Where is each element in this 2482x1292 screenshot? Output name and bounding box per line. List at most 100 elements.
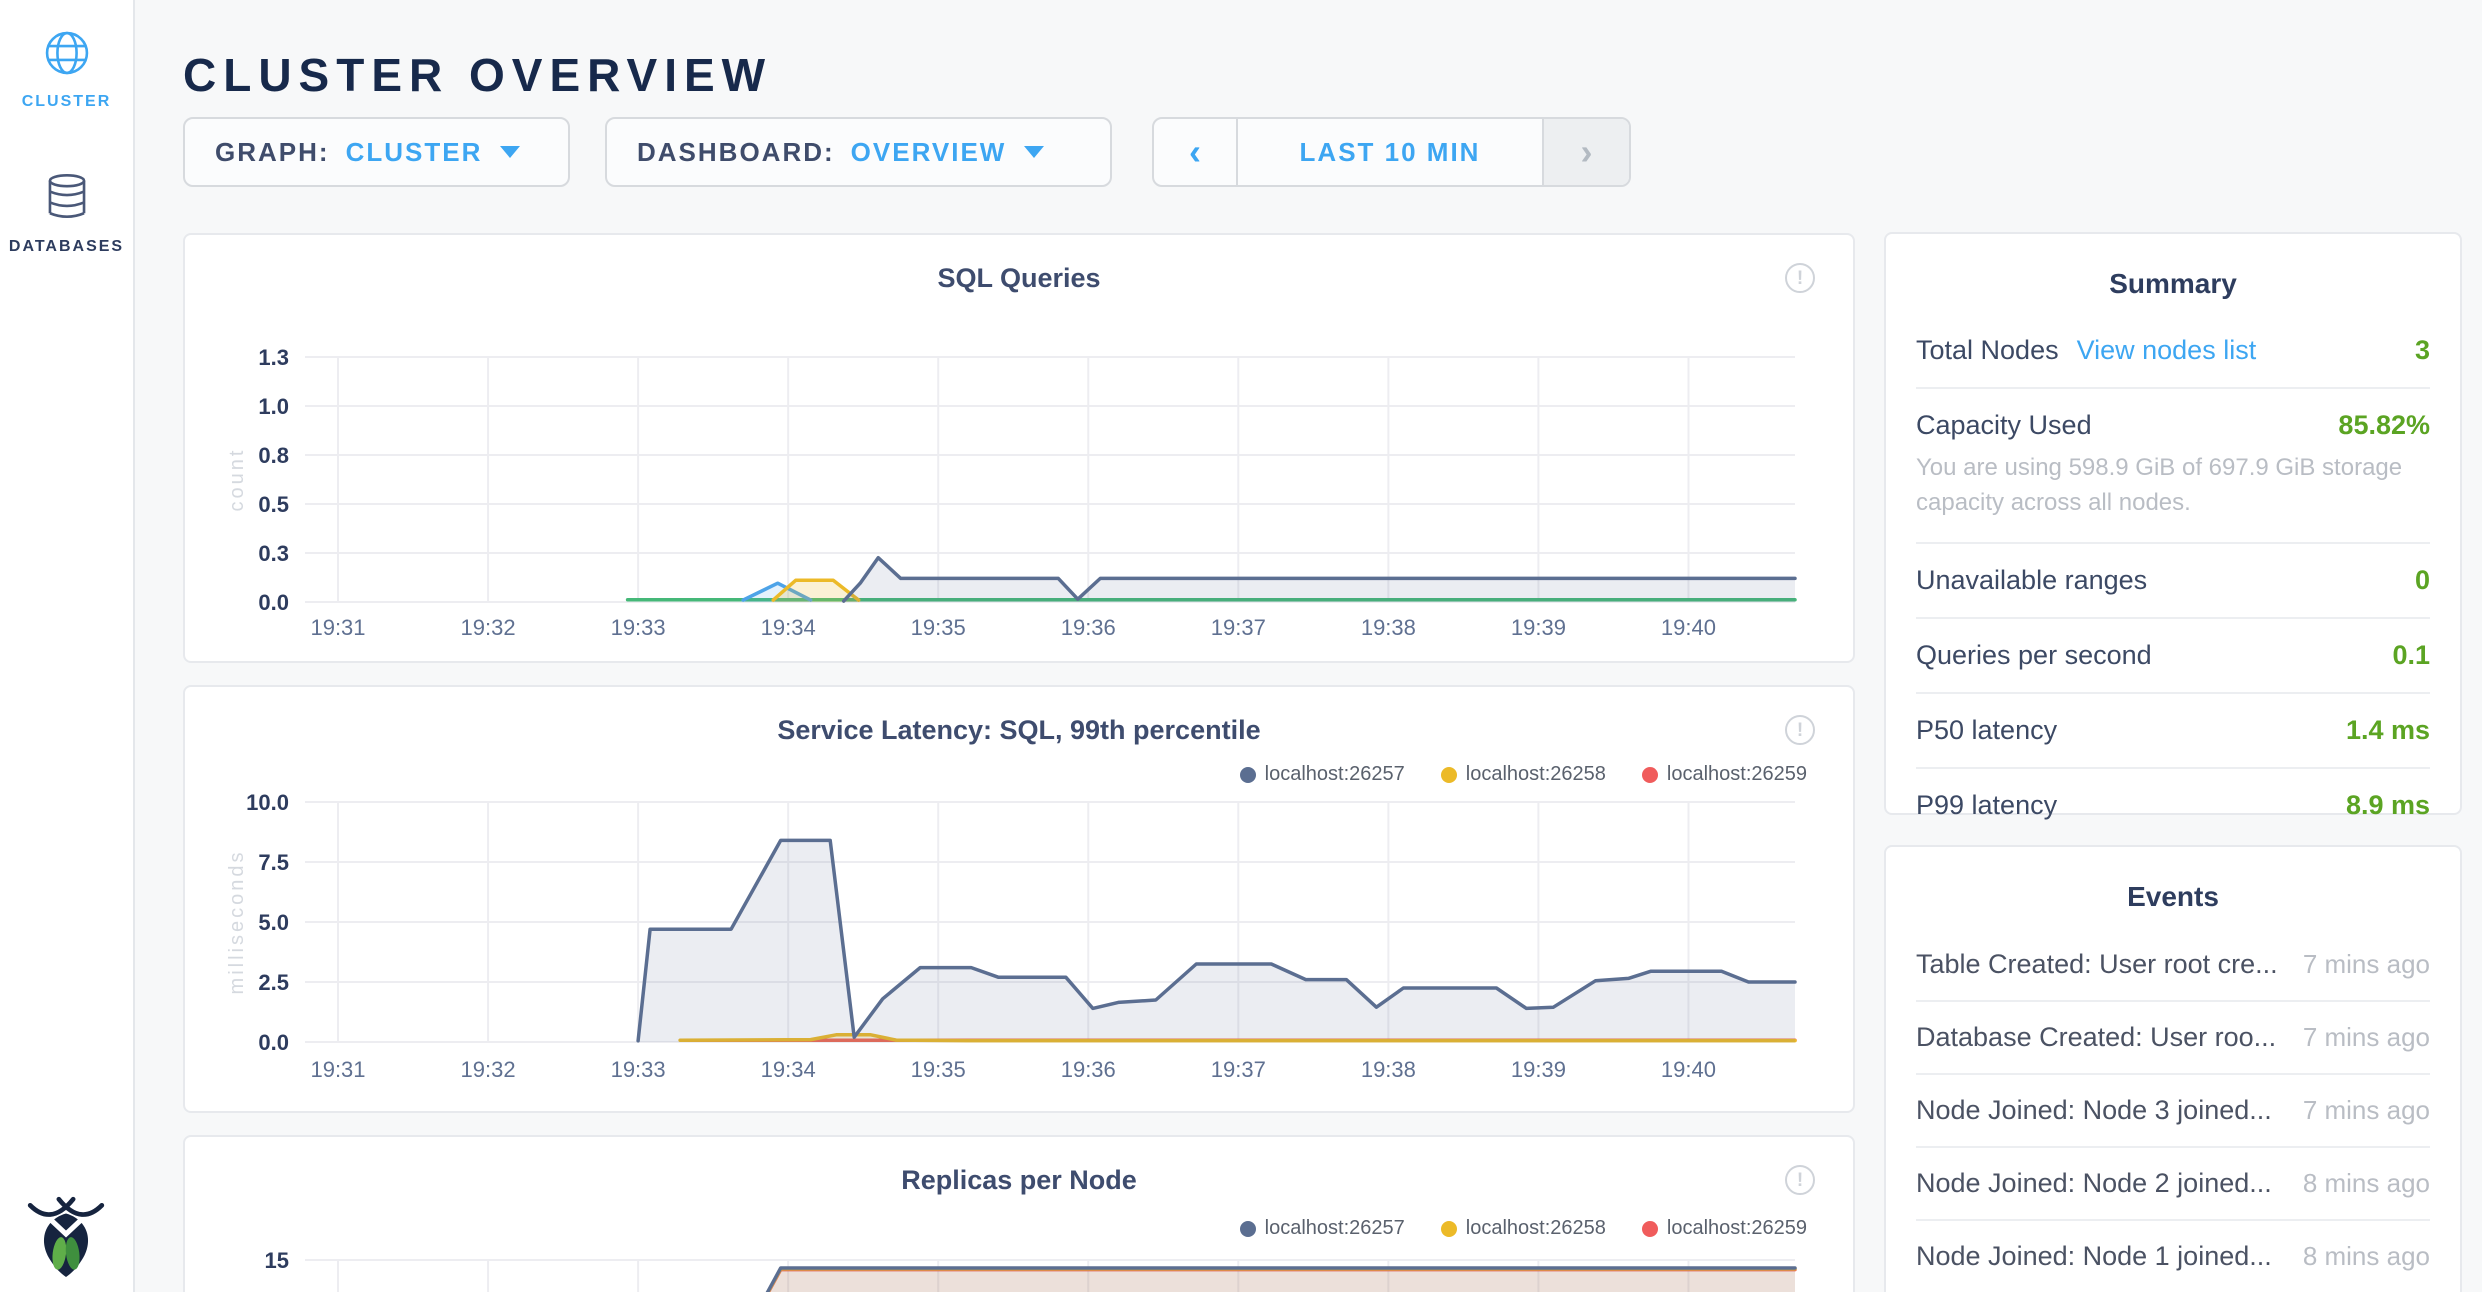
svg-text:count: count — [226, 448, 248, 512]
svg-text:0.3: 0.3 — [258, 541, 289, 566]
svg-text:2.5: 2.5 — [258, 970, 289, 995]
events-list: Table Created: User root cre... 7 mins a… — [1916, 929, 2430, 1292]
legend-dot-icon — [1642, 1221, 1658, 1237]
event-row[interactable]: Node Joined: Node 1 joined... 8 mins ago — [1916, 1221, 2430, 1292]
event-text: Node Joined: Node 3 joined... — [1916, 1095, 2272, 1126]
legend-item[interactable]: localhost:26259 — [1642, 1217, 1807, 1240]
sidebar-item-label: CLUSTER — [0, 93, 133, 111]
chart-plot-replicas-per-node: 05101519:3119:3219:3319:3419:3519:3619:3… — [185, 1252, 1857, 1292]
info-icon[interactable]: ! — [1785, 715, 1815, 745]
legend-item[interactable]: localhost:26257 — [1240, 763, 1405, 786]
svg-text:19:32: 19:32 — [461, 615, 516, 640]
summary-row-capacity-used: Capacity Used 85.82% You are using 598.9… — [1916, 389, 2430, 544]
event-text: Node Joined: Node 2 joined... — [1916, 1168, 2272, 1199]
event-time: 7 mins ago — [2283, 1022, 2430, 1053]
event-text: Node Joined: Node 1 joined... — [1916, 1241, 2272, 1272]
legend-dot-icon — [1441, 1221, 1457, 1237]
svg-text:19:40: 19:40 — [1661, 1057, 1716, 1082]
summary-row-value: 1.4 ms — [2346, 715, 2430, 746]
summary-title: Summary — [1916, 234, 2430, 300]
legend-item[interactable]: localhost:26259 — [1642, 763, 1807, 786]
svg-text:19:33: 19:33 — [611, 1057, 666, 1082]
legend-item[interactable]: localhost:26258 — [1441, 1217, 1606, 1240]
svg-text:19:36: 19:36 — [1061, 615, 1116, 640]
dashboard-dropdown-label: DASHBOARD: — [637, 137, 835, 168]
svg-text:19:39: 19:39 — [1511, 1057, 1566, 1082]
summary-row-value: 8.9 ms — [2346, 790, 2430, 821]
legend-dot-icon — [1240, 767, 1256, 783]
sidebar-item-databases[interactable]: DATABASES — [0, 173, 133, 256]
svg-text:0.8: 0.8 — [258, 443, 289, 468]
chart-card-sql-queries: SQL Queries ! 0.00.30.50.81.01.319:3119:… — [183, 233, 1855, 663]
legend-item[interactable]: localhost:26257 — [1240, 1217, 1405, 1240]
dashboard-dropdown-value: OVERVIEW — [851, 137, 1007, 168]
svg-text:19:36: 19:36 — [1061, 1057, 1116, 1082]
chart-title: Replicas per Node — [185, 1137, 1853, 1196]
view-nodes-list-link[interactable]: View nodes list — [2077, 335, 2257, 366]
svg-text:19:33: 19:33 — [611, 615, 666, 640]
legend-label: localhost:26258 — [1466, 1217, 1606, 1240]
chevron-down-icon — [500, 146, 520, 158]
graph-dropdown[interactable]: GRAPH: CLUSTER — [183, 117, 570, 187]
sidebar: CLUSTER DATABASES — [0, 0, 135, 1292]
svg-text:1.3: 1.3 — [258, 345, 289, 370]
summary-row-value: 3 — [2415, 335, 2430, 366]
summary-row-label: P99 latency — [1916, 790, 2057, 821]
summary-row-label: Total Nodes — [1916, 335, 2059, 366]
events-panel: Events Table Created: User root cre... 7… — [1884, 845, 2462, 1292]
summary-row-unavailable-ranges: Unavailable ranges 0 — [1916, 544, 2430, 619]
summary-row-total-nodes: Total Nodes View nodes list 3 — [1916, 314, 2430, 389]
time-range-selector: ‹ LAST 10 MIN › — [1152, 117, 1631, 187]
event-row[interactable]: Table Created: User root cre... 7 mins a… — [1916, 929, 2430, 1002]
svg-text:1.0: 1.0 — [258, 394, 289, 419]
summary-panel: Summary Total Nodes View nodes list 3 Ca… — [1884, 232, 2462, 815]
chart-legend: localhost:26257 localhost:26258 localhos… — [1240, 1217, 1807, 1240]
chart-card-service-latency: Service Latency: SQL, 99th percentile ! … — [183, 685, 1855, 1113]
sidebar-item-cluster[interactable]: CLUSTER — [0, 30, 133, 111]
legend-label: localhost:26259 — [1667, 1217, 1807, 1240]
summary-row-label: Queries per second — [1916, 640, 2152, 671]
time-range-next-button[interactable]: › — [1542, 119, 1629, 185]
event-time: 7 mins ago — [2283, 1095, 2430, 1126]
svg-text:10: 10 — [265, 1288, 289, 1292]
event-row[interactable]: Node Joined: Node 2 joined... 8 mins ago — [1916, 1148, 2430, 1221]
summary-row-label: Capacity Used — [1916, 410, 2092, 441]
summary-row-p50-latency: P50 latency 1.4 ms — [1916, 694, 2430, 769]
svg-text:milliseconds: milliseconds — [226, 850, 248, 995]
info-icon[interactable]: ! — [1785, 1165, 1815, 1195]
summary-row-value: 0 — [2415, 565, 2430, 596]
legend-item[interactable]: localhost:26258 — [1441, 763, 1606, 786]
event-time: 8 mins ago — [2283, 1168, 2430, 1199]
summary-row-p99-latency: P99 latency 8.9 ms — [1916, 769, 2430, 842]
dashboard-dropdown[interactable]: DASHBOARD: OVERVIEW — [605, 117, 1112, 187]
chevron-down-icon — [1024, 146, 1044, 158]
svg-text:19:32: 19:32 — [461, 1057, 516, 1082]
summary-row-value: 85.82% — [2338, 410, 2430, 441]
info-icon[interactable]: ! — [1785, 263, 1815, 293]
svg-text:0.5: 0.5 — [258, 492, 289, 517]
event-text: Database Created: User roo... — [1916, 1022, 2276, 1053]
capacity-note: You are using 598.9 GiB of 697.9 GiB sto… — [1916, 451, 2430, 521]
legend-label: localhost:26257 — [1265, 763, 1405, 786]
event-row[interactable]: Node Joined: Node 3 joined... 7 mins ago — [1916, 1075, 2430, 1148]
database-icon — [45, 208, 89, 225]
legend-label: localhost:26259 — [1667, 763, 1807, 786]
summary-row-value: 0.1 — [2392, 640, 2430, 671]
time-range-value[interactable]: LAST 10 MIN — [1238, 119, 1542, 185]
svg-text:10.0: 10.0 — [246, 792, 289, 815]
svg-text:19:37: 19:37 — [1211, 1057, 1266, 1082]
cockroach-logo-icon[interactable] — [26, 1191, 106, 1284]
globe-icon — [44, 63, 90, 80]
chevron-left-icon: ‹ — [1189, 131, 1201, 173]
time-range-prev-button[interactable]: ‹ — [1154, 119, 1238, 185]
svg-text:0.0: 0.0 — [258, 1030, 289, 1055]
chevron-right-icon: › — [1581, 131, 1593, 173]
chart-legend: localhost:26257 localhost:26258 localhos… — [1240, 763, 1807, 786]
svg-text:19:38: 19:38 — [1361, 1057, 1416, 1082]
legend-label: localhost:26258 — [1466, 763, 1606, 786]
legend-dot-icon — [1441, 767, 1457, 783]
event-row[interactable]: Database Created: User roo... 7 mins ago — [1916, 1002, 2430, 1075]
chart-title: SQL Queries — [185, 235, 1853, 294]
time-range-label: LAST 10 MIN — [1300, 137, 1481, 168]
svg-text:19:31: 19:31 — [310, 1057, 365, 1082]
